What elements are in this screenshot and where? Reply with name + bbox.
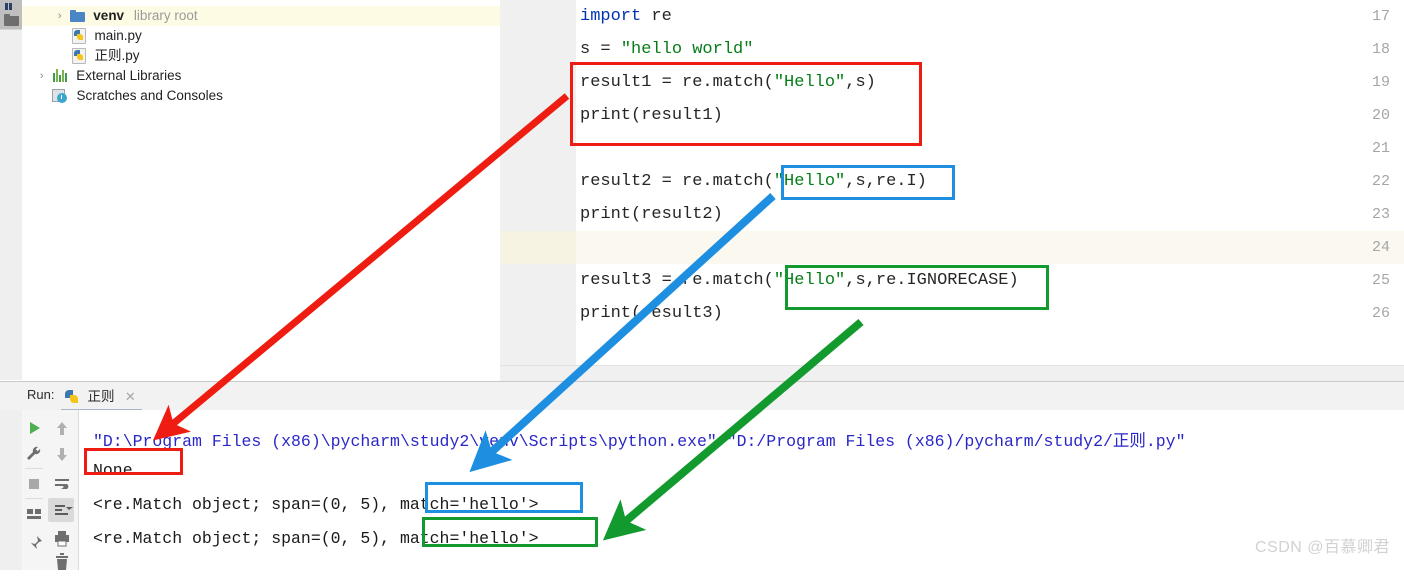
run-label: Run:: [27, 387, 55, 402]
line-number: 19: [1371, 74, 1390, 91]
folder-icon: [69, 10, 85, 22]
line-number: 24: [1371, 239, 1390, 256]
line-number: 18: [1371, 41, 1390, 58]
scratches-icon: [51, 89, 68, 103]
run-tab-label: 正则: [87, 389, 115, 404]
run-panel-header: [0, 382, 1404, 411]
console-line-match-2: <re.Match object; span=(0, 5), match='he…: [93, 529, 539, 548]
run-console-output[interactable]: "D:\Program Files (x86)\pycharm\study2\v…: [79, 410, 1404, 570]
arrow-up-icon[interactable]: [50, 416, 74, 440]
python-file-icon: [71, 28, 87, 44]
tree-item-label: Scratches and Consoles: [76, 88, 223, 104]
tree-item-label: venv: [93, 8, 125, 24]
project-tool-icon[interactable]: [3, 0, 19, 10]
tree-item-suffix: library root: [133, 8, 198, 24]
libraries-icon: [52, 69, 68, 82]
pin-icon[interactable]: [22, 532, 46, 556]
chevron-right-icon[interactable]: ›: [54, 6, 66, 26]
run-toolbar-secondary: [46, 410, 79, 570]
line-number: 20: [1371, 107, 1390, 124]
print-icon[interactable]: [50, 526, 74, 550]
current-line-gutter-highlight: [500, 231, 576, 264]
toolbar-divider: [25, 468, 43, 469]
code-line-25[interactable]: result3 = re.match("Hello",s,re.IGNORECA…: [580, 264, 1019, 297]
code-line-26[interactable]: print(result3): [580, 297, 723, 330]
code-line-17[interactable]: import re: [580, 0, 672, 33]
code-line-18[interactable]: s = "hello world": [580, 33, 753, 66]
scroll-to-end-icon[interactable]: [50, 498, 74, 522]
editor-bottom-strip: [500, 365, 1404, 381]
trash-icon[interactable]: [50, 550, 74, 574]
line-number: 23: [1371, 206, 1390, 223]
code-editor[interactable]: 17 18 19 20 21 22 23 24 25 26 import re …: [500, 0, 1404, 381]
wrench-icon[interactable]: [22, 442, 46, 466]
chevron-right-icon[interactable]: ›: [36, 66, 48, 86]
project-tree: › venv library root main.py 正则.py › Exte…: [22, 0, 500, 380]
line-number: 17: [1371, 8, 1390, 25]
run-left-rail: [0, 410, 22, 570]
run-tab-zhengze[interactable]: 正则 ✕: [65, 385, 136, 409]
line-number: 22: [1371, 173, 1390, 190]
close-icon[interactable]: ✕: [125, 389, 136, 404]
python-icon: [65, 390, 79, 404]
current-line-highlight: [500, 231, 1404, 264]
tree-item-label: External Libraries: [76, 68, 182, 84]
run-tool-window: Run: 正则 ✕ "D:\Program Files (x86)\pychar…: [0, 381, 1404, 570]
line-number: 25: [1371, 272, 1390, 289]
layout-icon[interactable]: [22, 502, 46, 526]
tree-item-external-libraries[interactable]: › External Libraries: [22, 66, 181, 86]
code-line-22[interactable]: result2 = re.match("Hello",s,re.I): [580, 165, 927, 198]
ide-window: › venv library root main.py 正则.py › Exte…: [0, 0, 1404, 570]
code-line-20[interactable]: print(result1): [580, 99, 723, 132]
line-number: 26: [1371, 305, 1390, 322]
line-number: 21: [1371, 140, 1390, 157]
run-toolbar-primary: [22, 410, 47, 570]
code-line-23[interactable]: print(result2): [580, 198, 723, 231]
tree-item-venv[interactable]: › venv library root: [22, 6, 500, 26]
console-line-command: "D:\Program Files (x86)\pycharm\study2\v…: [93, 432, 1186, 451]
code-line-19[interactable]: result1 = re.match("Hello",s): [580, 66, 876, 99]
tree-item-zhengze-py[interactable]: 正则.py: [22, 46, 140, 66]
console-line-match-1: <re.Match object; span=(0, 5), match='he…: [93, 495, 539, 514]
run-icon[interactable]: [22, 416, 46, 440]
console-line-none: None: [93, 461, 133, 480]
arrow-down-icon[interactable]: [50, 442, 74, 466]
toolbar-divider: [25, 498, 43, 499]
rail-lower-area: [0, 30, 22, 380]
tree-item-scratches-and-consoles[interactable]: Scratches and Consoles: [22, 86, 223, 106]
editor-gutter[interactable]: [500, 0, 576, 365]
folder-icon[interactable]: [4, 14, 19, 26]
tree-item-label: 正则.py: [94, 48, 140, 64]
stop-icon[interactable]: [22, 472, 46, 496]
left-tool-rail: [0, 0, 22, 380]
watermark: CSDN @百慕卿君: [1254, 539, 1390, 556]
soft-wrap-icon[interactable]: [50, 472, 74, 496]
tree-item-label: main.py: [94, 28, 142, 44]
python-file-icon: [71, 48, 87, 64]
tree-item-main-py[interactable]: main.py: [22, 26, 142, 46]
